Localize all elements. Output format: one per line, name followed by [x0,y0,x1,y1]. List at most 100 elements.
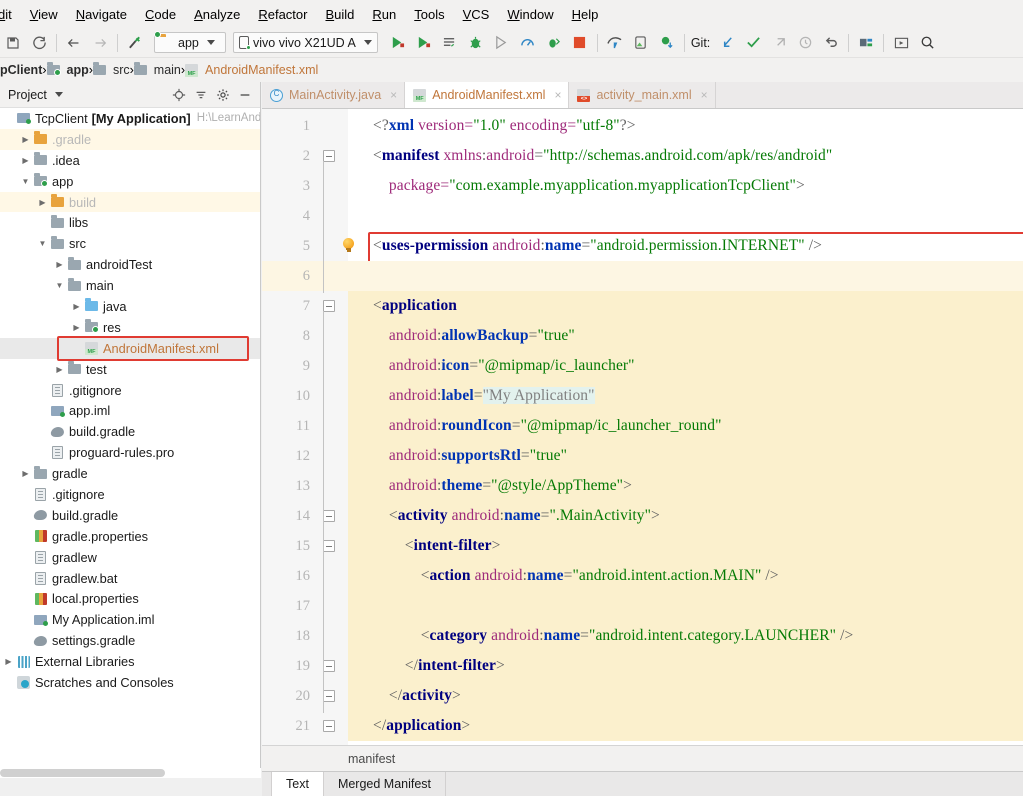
code-line[interactable]: android:roundIcon="@mipmap/ic_launcher_r… [348,411,722,441]
chevron-down-icon[interactable]: ▼ [36,239,49,248]
menu-item-vcs[interactable]: VCS [454,5,499,24]
project-tree[interactable]: TcpClient [My Application] H:\LearnAndr ▶ .g… [0,108,260,768]
back-arrow-icon[interactable] [61,30,87,56]
git-update-icon[interactable] [714,30,740,56]
fold-end-icon[interactable] [323,660,335,672]
run-coverage-icon[interactable] [489,30,515,56]
menu-item-build[interactable]: Build [316,5,363,24]
tree-node[interactable]: build.gradle [0,505,260,526]
gutter-marker-area[interactable] [310,261,348,291]
code-line[interactable] [348,591,373,621]
avd-manager-icon[interactable] [628,30,654,56]
git-history-icon[interactable] [792,30,818,56]
settings-gear-icon[interactable] [213,85,233,105]
menu-item-run[interactable]: Run [363,5,405,24]
code-line[interactable]: android:icon="@mipmap/ic_launcher" [348,351,635,381]
gutter-marker-area[interactable] [310,651,348,681]
editor-code-area[interactable]: <?xml version="1.0" encoding="utf-8"?> <m… [348,109,1023,745]
tree-node[interactable]: .gitignore [0,484,260,505]
fold-collapse-icon[interactable] [323,510,335,522]
code-line[interactable]: <application [348,291,457,321]
tree-node[interactable]: ▶ test [0,359,260,380]
editor-gutter[interactable]: 1 2 3 4 5 6 7 8 9 10 11 12 13 14 15 16 17 18 19 20 21 [262,109,354,745]
tree-node[interactable]: ▶ External Libraries [0,651,260,672]
gutter-marker-area[interactable] [310,561,348,591]
collapse-all-icon[interactable] [191,85,211,105]
gutter-marker-area[interactable] [310,171,348,201]
module-selector[interactable]: app [154,32,226,53]
tree-node[interactable]: gradle.properties [0,526,260,547]
gutter-marker-area[interactable] [310,351,348,381]
chevron-down-icon[interactable]: ▼ [53,281,66,290]
code-line[interactable]: </intent-filter> [348,651,505,681]
tree-node[interactable]: ▼ app [0,171,260,192]
target-locate-icon[interactable] [169,85,189,105]
code-line[interactable]: <action android:name="android.intent.act… [348,561,779,591]
hide-minus-icon[interactable] [235,85,255,105]
project-structure-icon[interactable] [853,30,879,56]
menu-item-view[interactable]: View [21,5,67,24]
device-selector[interactable]: vivo vivo X21UD A [233,32,378,53]
menu-item-analyze[interactable]: Analyze [185,5,249,24]
close-icon[interactable]: × [554,88,561,102]
gutter-marker-area[interactable] [310,681,348,711]
breadcrumb-item-pclient[interactable]: pClient [0,63,42,77]
gutter-marker-area[interactable] [310,591,348,621]
tree-node[interactable]: TcpClient [My Application] H:\LearnAndr [0,108,260,129]
tree-node[interactable]: gradlew [0,547,260,568]
app-inspection-icon[interactable] [437,30,463,56]
code-line[interactable]: android:supportsRtl="true" [348,441,567,471]
tree-node[interactable]: ▶ .idea [0,150,260,171]
editor-tab-activitymainxml[interactable]: activity_main.xml × [569,82,716,108]
chevron-right-icon[interactable]: ▶ [19,469,32,478]
profiler-icon[interactable] [515,30,541,56]
chevron-down-icon-project[interactable] [54,92,63,97]
tree-node[interactable]: ▶ androidTest [0,254,260,275]
tree-node[interactable]: Scratches and Consoles [0,672,260,693]
search-icon[interactable] [914,30,940,56]
tree-node[interactable]: gradlew.bat [0,568,260,589]
sync-icon[interactable] [26,30,52,56]
stop-icon[interactable] [567,30,593,56]
gutter-marker-area[interactable] [310,231,354,261]
tree-node[interactable]: ▶ gradle [0,463,260,484]
breadcrumb-item-app[interactable]: app [46,62,89,77]
tree-node[interactable]: app.iml [0,400,260,421]
tree-node[interactable]: libs [0,212,260,233]
code-line[interactable]: <manifest xmlns:android="http://schemas.… [348,141,832,171]
code-line[interactable]: <?xml version="1.0" encoding="utf-8"?> [348,111,636,141]
gutter-marker-area[interactable] [310,291,348,321]
gutter-marker-area[interactable] [310,111,348,141]
tree-node[interactable]: build.gradle [0,421,260,442]
menu-item-dit[interactable]: dit [0,5,21,24]
tree-node[interactable]: settings.gradle [0,630,260,651]
code-line[interactable]: <intent-filter> [348,531,501,561]
tree-node[interactable]: My Application.iml [0,609,260,630]
code-line[interactable]: </activity> [348,681,461,711]
gutter-marker-area[interactable] [310,501,348,531]
tree-node[interactable]: proguard-rules.pro [0,442,260,463]
fold-end-icon[interactable] [323,720,335,732]
run-icon[interactable] [385,30,411,56]
forward-arrow-icon[interactable] [87,30,113,56]
fold-collapse-icon[interactable] [323,540,335,552]
fold-end-icon[interactable] [323,690,335,702]
sidebar-horizontal-scrollbar[interactable] [0,768,261,778]
tree-node[interactable]: ▼ main [0,275,260,296]
close-icon[interactable]: × [390,88,397,102]
code-line[interactable]: <uses-permission android:name="android.p… [348,231,822,261]
tree-node[interactable]: .gitignore [0,380,260,401]
chevron-right-icon[interactable]: ▶ [19,156,32,165]
code-line[interactable]: android:allowBackup="true" [348,321,575,351]
gutter-marker-area[interactable] [310,531,348,561]
menu-item-tools[interactable]: Tools [405,5,453,24]
gutter-marker-area[interactable] [310,201,348,231]
code-line[interactable]: package="com.example.myapplication.myapp… [348,171,805,201]
bottom-tab-mergedmanifest[interactable]: Merged Manifest [324,772,447,796]
gutter-marker-area[interactable] [310,471,348,501]
code-line[interactable]: android:theme="@style/AppTheme"> [348,471,632,501]
menu-item-help[interactable]: Help [563,5,608,24]
code-line[interactable] [348,261,373,291]
sync-gradle-icon[interactable] [654,30,680,56]
attach-debugger-icon[interactable] [541,30,567,56]
